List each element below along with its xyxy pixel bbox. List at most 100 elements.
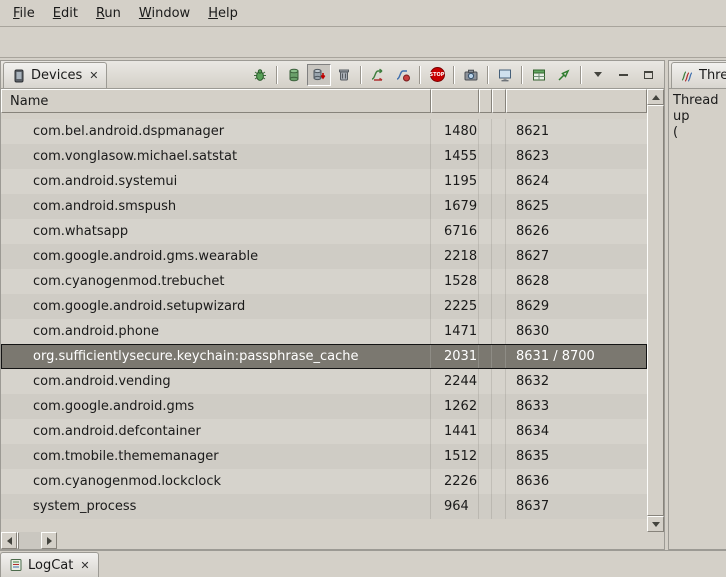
empty-cell <box>479 394 492 419</box>
process-name: com.cyanogenmod.lockclock <box>1 469 431 494</box>
threads-icon <box>680 69 694 83</box>
process-port: 8631 / 8700 <box>506 344 647 369</box>
empty-cell <box>492 269 506 294</box>
tab-threads-label: Threa <box>699 68 726 83</box>
vertical-scrollbar[interactable] <box>647 89 664 532</box>
empty-cell <box>492 369 506 394</box>
minimize-icon[interactable] <box>611 64 635 86</box>
column-header-port[interactable] <box>506 89 647 113</box>
column-header-pid[interactable] <box>431 89 479 113</box>
empty-cell <box>479 419 492 444</box>
column-header-empty[interactable] <box>479 89 492 113</box>
empty-cell <box>492 169 506 194</box>
update-threads-icon[interactable] <box>366 64 390 86</box>
process-port: 8635 <box>506 444 647 469</box>
process-port: 8634 <box>506 419 647 444</box>
process-port: 8629 <box>506 294 647 319</box>
debug-process-icon[interactable] <box>248 64 272 86</box>
empty-cell <box>479 319 492 344</box>
empty-cell <box>479 219 492 244</box>
empty-cell <box>492 119 506 144</box>
process-pid: 1512 <box>431 444 479 469</box>
view-menu-icon[interactable] <box>586 64 610 86</box>
close-icon[interactable]: ✕ <box>87 69 98 82</box>
screen-record-icon[interactable] <box>493 64 517 86</box>
update-heap-icon[interactable] <box>282 64 306 86</box>
process-port: 8630 <box>506 319 647 344</box>
scroll-up-icon[interactable] <box>647 89 664 105</box>
cause-gc-icon[interactable] <box>332 64 356 86</box>
menu-help[interactable]: Help <box>199 3 247 24</box>
table-row[interactable]: com.android.smspush16798625 <box>1 194 647 219</box>
table-header: Name <box>1 89 647 113</box>
scroll-left-icon[interactable] <box>1 532 17 549</box>
table-row[interactable]: org.sufficientlysecure.keychain:passphra… <box>1 344 647 369</box>
column-header-empty[interactable] <box>492 89 506 113</box>
table-row[interactable]: com.google.android.gms.wearable221858627 <box>1 244 647 269</box>
process-port: 8627 <box>506 244 647 269</box>
process-pid: 1528 <box>431 269 479 294</box>
menu-edit[interactable]: Edit <box>44 3 87 24</box>
process-port: 8623 <box>506 144 647 169</box>
stop-process-icon[interactable]: STOP <box>425 64 449 86</box>
tab-threads[interactable]: Threa <box>671 62 726 88</box>
column-header-name[interactable]: Name <box>1 89 431 113</box>
start-method-profiling-icon[interactable] <box>391 64 415 86</box>
toolbar-separator <box>360 66 362 84</box>
process-pid: 1679 <box>431 194 479 219</box>
menubar: File Edit Run Window Help <box>0 0 726 26</box>
table-row[interactable]: com.bel.android.dspmanager14808621 <box>1 119 647 144</box>
table-row[interactable]: com.android.systemui11958624 <box>1 169 647 194</box>
maximize-icon[interactable] <box>636 64 660 86</box>
empty-cell <box>492 469 506 494</box>
table-row[interactable]: com.cyanogenmod.lockclock222658636 <box>1 469 647 494</box>
process-name: com.tmobile.thememanager <box>1 444 431 469</box>
process-name: org.sufficientlysecure.keychain:passphra… <box>1 344 431 369</box>
empty-cell <box>492 144 506 169</box>
table-row[interactable]: com.google.android.setupwizard222508629 <box>1 294 647 319</box>
table-row[interactable]: com.whatsapp67168626 <box>1 219 647 244</box>
process-pid: 22440 <box>431 369 479 394</box>
empty-cell <box>479 144 492 169</box>
devices-tabbar: Devices ✕ <box>1 61 664 89</box>
tree-view-icon[interactable] <box>527 64 551 86</box>
threads-message: Thread up ( <box>669 89 726 145</box>
table-row[interactable]: com.tmobile.thememanager1512 8635 <box>1 444 647 469</box>
vertical-scroll-thumb[interactable] <box>647 105 664 516</box>
green-arrow-icon[interactable] <box>552 64 576 86</box>
scroll-down-icon[interactable] <box>647 516 664 532</box>
empty-cell <box>492 394 506 419</box>
table-row[interactable]: com.android.vending224408632 <box>1 369 647 394</box>
empty-cell <box>479 294 492 319</box>
process-name: system_process <box>1 494 431 519</box>
process-name: com.android.phone <box>1 319 431 344</box>
menu-window[interactable]: Window <box>130 3 199 24</box>
table-row[interactable]: com.google.android.gms126238633 <box>1 394 647 419</box>
process-name: com.whatsapp <box>1 219 431 244</box>
tab-devices[interactable]: Devices ✕ <box>3 62 107 88</box>
table-row[interactable]: com.cyanogenmod.trebuchet15288628 <box>1 269 647 294</box>
table-row[interactable]: com.android.phone14718630 <box>1 319 647 344</box>
menu-file[interactable]: File <box>4 3 44 24</box>
scroll-right-icon[interactable] <box>41 532 57 549</box>
empty-cell <box>492 344 506 369</box>
empty-cell <box>479 194 492 219</box>
device-icon <box>12 69 26 83</box>
dump-hprof-icon[interactable] <box>307 64 331 86</box>
empty-cell <box>492 219 506 244</box>
table-row[interactable]: system_process9648637 <box>1 494 647 519</box>
horizontal-scrollbar[interactable] <box>1 532 57 549</box>
menu-run[interactable]: Run <box>87 3 130 24</box>
horizontal-scroll-track[interactable] <box>19 532 41 549</box>
screen-capture-icon[interactable] <box>459 64 483 86</box>
empty-cell <box>492 444 506 469</box>
process-pid: 6716 <box>431 219 479 244</box>
close-icon[interactable]: ✕ <box>78 559 89 572</box>
table-row[interactable]: com.android.defcontainer144118634 <box>1 419 647 444</box>
toolbar-separator <box>276 66 278 84</box>
process-port: 8625 <box>506 194 647 219</box>
tab-logcat[interactable]: LogCat ✕ <box>0 552 99 577</box>
logcat-bar: LogCat ✕ <box>0 550 726 577</box>
process-name: com.android.defcontainer <box>1 419 431 444</box>
table-row[interactable]: com.vonglasow.michael.satstat145538623 <box>1 144 647 169</box>
